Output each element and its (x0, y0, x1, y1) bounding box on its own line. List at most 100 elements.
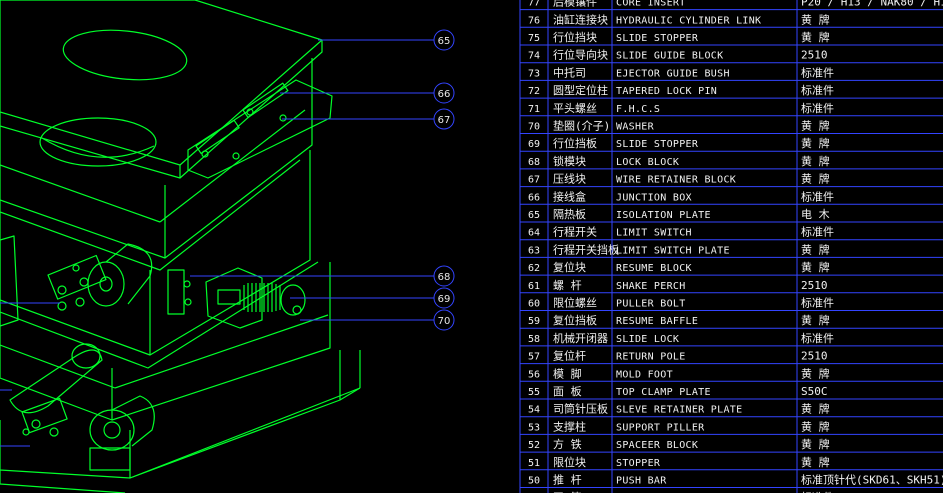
bom-english-name: RETURN POLE (616, 352, 686, 363)
bom-row[interactable]: 66 接线盒 JUNCTION BOX 标准件 (528, 189, 834, 203)
bom-chinese-name: 司筒针压板 (553, 402, 608, 416)
balloon-69[interactable]: 69 (433, 287, 455, 309)
bom-english-name: JUNCTION BOX (616, 192, 692, 203)
bom-material: 标准件 (801, 65, 834, 79)
bom-item-number: 64 (528, 228, 540, 239)
bom-row[interactable]: 71 平头螺丝 F.H.C.S 标准件 (528, 101, 834, 115)
bom-chinese-name: 油缸连接块 (553, 12, 608, 26)
upper-mould-block (0, 58, 333, 271)
bom-item-number: 75 (528, 33, 540, 44)
bom-english-name: RESUME BLOCK (616, 263, 692, 274)
bom-chinese-name: 复位块 (553, 260, 586, 274)
balloon-68[interactable]: 68 (433, 265, 455, 287)
bom-material: 标准顶针代(SKD61、SKH51) (801, 473, 943, 487)
bom-row[interactable]: 75 行位挡块 SLIDE STOPPER 黄 牌 (528, 30, 830, 44)
bom-item-number: 68 (528, 157, 540, 168)
bom-item-number: 66 (528, 192, 540, 203)
bom-row[interactable]: 54 司筒针压板 SLEVE RETAINER PLATE 黄 牌 (528, 402, 830, 416)
bom-row[interactable]: 63 行程开关挡板LIMIT SWITCH PLATE 黄 牌 (528, 242, 830, 256)
bom-english-name: SLEVE RETAINER PLATE (616, 405, 742, 416)
bom-chinese-name: 螺 杆 (553, 278, 582, 292)
bom-material: 标准件 (801, 101, 834, 115)
bom-item-number: 51 (528, 458, 540, 469)
bom-chinese-name: 机械开闭器 (553, 331, 608, 345)
bom-chinese-name: 方 铁 (553, 437, 582, 451)
bom-row[interactable]: 77 后模镶件 CORE INSERT P20 / H13 / NAK80 / H13… (528, 0, 943, 9)
cad-viewport[interactable]: 65 66 67 68 69 70 77 后模镶件 CORE INSERT P20 /… (0, 0, 943, 493)
bom-row[interactable]: 74 行位导向块 SLIDE GUIDE BLOCK 2510 (528, 48, 828, 62)
bom-chinese-name: 平头螺丝 (553, 102, 597, 115)
bom-english-name: SLIDE STOPPER (616, 33, 699, 44)
bom-item-number: 70 (528, 122, 540, 133)
bom-chinese-name: 圆型定位柱 (553, 83, 608, 97)
svg-text:67: 67 (438, 115, 451, 126)
bom-row[interactable]: 65 隔热板 ISOLATION PLATE 电 木 (528, 207, 830, 221)
bom-material: 黄 牌 (801, 455, 830, 469)
bom-item-number: 73 (528, 68, 540, 79)
bom-material: 黄 牌 (801, 419, 830, 433)
bom-chinese-name: 限位螺丝 (553, 296, 597, 310)
bom-material: 2510 (801, 279, 828, 292)
bom-item-number: 50 (528, 476, 540, 487)
bom-material: 黄 牌 (801, 437, 830, 451)
bom-material: P20 / H13 / NAK80 / H13 / S136 (801, 0, 943, 9)
bom-material: 黄 牌 (801, 30, 830, 44)
bom-english-name: CORE INSERT (616, 0, 686, 9)
bom-english-name: RESUME BAFFLE (616, 316, 698, 327)
svg-text:66: 66 (438, 89, 451, 100)
bom-item-number: 69 (528, 139, 540, 150)
bom-material: 黄 牌 (801, 242, 830, 256)
bom-chinese-name: 行位挡板 (553, 136, 597, 150)
bom-row[interactable]: 61 螺 杆 SHAKE PERCH 2510 (528, 278, 828, 292)
bom-item-number: 65 (528, 210, 540, 221)
bom-row[interactable]: 53 支撑柱 SUPPORT PILLER 黄 牌 (528, 419, 830, 433)
bom-row[interactable]: 55 面 板 TOP CLAMP PLATE S50C (528, 384, 828, 398)
bom-row[interactable]: 56 模 脚 MOLD FOOT 黄 牌 (528, 366, 830, 380)
bom-chinese-name: 复位挡板 (553, 313, 597, 327)
balloon-66[interactable]: 66 (433, 82, 455, 104)
bom-row[interactable]: 73 中托司 EJECTOR GUIDE BUSH 标准件 (528, 65, 834, 79)
bom-english-name: SLIDE GUIDE BLOCK (616, 51, 723, 62)
bom-row[interactable]: 72 圆型定位柱 TAPERED LOCK PIN 标准件 (528, 83, 834, 97)
bom-material: 黄 牌 (801, 260, 830, 274)
bom-row[interactable]: 59 复位挡板 RESUME BAFFLE 黄 牌 (528, 313, 830, 327)
bom-row[interactable]: 69 行位挡板 SLIDE STOPPER 黄 牌 (528, 136, 830, 150)
bom-chinese-name: 面 板 (553, 384, 582, 398)
bom-item-number: 71 (528, 104, 540, 115)
cad-drawing-canvas[interactable]: 65 66 67 68 69 70 77 后模镶件 CORE INSERT P20 /… (0, 0, 943, 493)
bom-material: 标准件 (801, 225, 834, 239)
bom-row[interactable]: 58 机械开闭器 SLIDE LOCK 标准件 (528, 331, 834, 345)
bom-material: 黄 牌 (801, 136, 830, 150)
bom-material: 2510 (801, 350, 828, 363)
bom-english-name: HYDRAULIC CYLINDER LINK (616, 15, 761, 26)
bom-chinese-name: 限位块 (553, 455, 586, 469)
bom-row[interactable]: 60 限位螺丝 PULLER BOLT 标准件 (528, 296, 834, 310)
bom-row[interactable]: 50 推 杆 PUSH BAR 标准顶针代(SKD61、SKH51) (528, 473, 943, 487)
bom-row[interactable]: 51 限位块 STOPPER 黄 牌 (528, 455, 830, 469)
bom-english-name: SPACEER BLOCK (616, 440, 698, 451)
bom-item-number: 61 (528, 281, 540, 292)
bom-row[interactable]: 62 复位块 RESUME BLOCK 黄 牌 (528, 260, 830, 274)
bom-english-name: STOPPER (616, 458, 661, 469)
bom-material: 标准件 (801, 189, 834, 203)
bom-english-name: WIRE RETAINER BLOCK (616, 175, 736, 186)
bom-row[interactable]: 57 复位杆 RETURN POLE 2510 (528, 349, 828, 363)
bom-english-name: PULLER BOLT (616, 299, 686, 310)
bom-material: 黄 牌 (801, 12, 830, 26)
bom-chinese-name: 行位导向块 (553, 48, 608, 62)
bom-row[interactable]: 76 油缸连接块 HYDRAULIC CYLINDER LINK 黄 牌 (528, 12, 830, 26)
bom-item-number: 54 (528, 405, 540, 416)
bom-material: 黄 牌 (801, 154, 830, 168)
bom-chinese-name: 垫圈(介子) (553, 119, 610, 133)
balloon-67[interactable]: 67 (433, 108, 455, 130)
bom-row[interactable]: 68 锁模块 LOCK BLOCK 黄 牌 (528, 154, 830, 168)
bom-row[interactable]: 52 方 铁 SPACEER BLOCK 黄 牌 (528, 437, 830, 451)
bom-row[interactable]: 67 压线块 WIRE RETAINER BLOCK 黄 牌 (528, 172, 830, 186)
balloon-65[interactable]: 65 (433, 29, 455, 51)
svg-text:68: 68 (438, 272, 451, 283)
bom-row[interactable]: 64 行程开关 LIMIT SWITCH 标准件 (528, 225, 834, 239)
balloon-70[interactable]: 70 (433, 309, 455, 331)
bom-chinese-name: 压线块 (553, 172, 586, 186)
bom-item-number: 63 (528, 245, 540, 256)
bom-row[interactable]: 70 垫圈(介子) WASHER 黄 牌 (528, 119, 830, 133)
